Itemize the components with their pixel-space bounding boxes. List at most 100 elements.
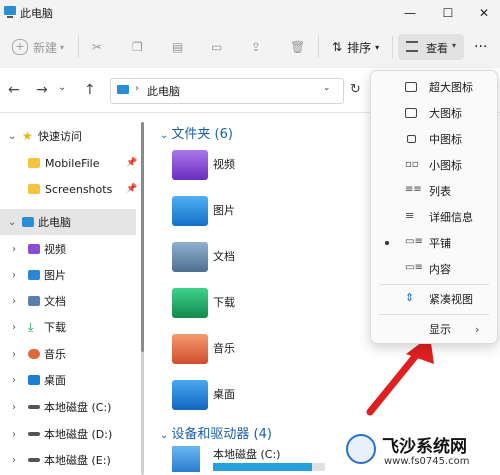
folder-tile-documents[interactable]: 文档 [170,238,360,278]
breadcrumb-chevron-icon: › [135,83,139,94]
drive-usage-track [213,463,325,471]
sidebar-item-label: 图片 [44,269,66,282]
sidebar-item-screenshots[interactable]: Screenshots 📌 [0,176,140,202]
watermark-url: www.fs0745.com [384,456,470,467]
folder-tile-pictures[interactable]: 图片 [170,192,360,232]
drives-group-header[interactable]: ⌄ 设备和驱动器 (4) [160,423,272,442]
folder-icon [28,184,40,194]
sidebar-item-drive-d[interactable]: › 本地磁盘 (D:) [0,421,140,447]
pin-icon: 📌 [126,184,138,194]
folder-label: 图片 [213,204,235,217]
music-folder-icon [172,334,208,364]
new-label: 新建 [33,40,58,55]
watermark: 飞沙系统网 www.fs0745.com [340,428,500,475]
refresh-icon[interactable]: ↻ [350,82,361,97]
sidebar-item-desktop[interactable]: › 桌面 [0,367,140,393]
sidebar-item-mobilefile[interactable]: MobileFile 📌 [0,150,140,176]
download-arrow-icon: ⤓ [28,319,34,334]
video-folder-icon [172,150,208,180]
chevron-right-icon: › [12,348,16,360]
sidebar-item-downloads[interactable]: › ⤓ 下载 [0,314,140,340]
chevron-down-icon: ⌄ [160,430,169,441]
title-bar: 此电脑 — ☐ ✕ [0,0,500,26]
drive-icon [28,458,40,462]
sidebar-item-videos[interactable]: › 视频 [0,236,140,262]
sidebar-item-music[interactable]: › 音乐 [0,341,140,367]
menu-item-label: 小图标 [429,159,462,172]
sidebar-item-quick-access[interactable]: ⌄ ★ 快速访问 [0,123,140,149]
folders-group-header[interactable]: ⌄ 文件夹 (6) [160,123,233,142]
up-icon[interactable]: ↑ [84,82,96,98]
folders-header-label: 文件夹 (6) [171,127,233,142]
watermark-title: 飞沙系统网 [382,437,467,457]
sort-icon: ⇅ [332,40,343,54]
menu-item-large-icons[interactable]: 大图标 [371,100,497,126]
computer-icon [22,217,34,227]
sidebar-item-drive-c[interactable]: › 本地磁盘 (C:) [0,394,140,420]
cut-icon[interactable]: ✂ [92,36,102,58]
sidebar-item-label: 本地磁盘 (C:) [44,401,112,414]
navigation-pane: ⌄ ★ 快速访问 MobileFile 📌 Screenshots 📌 ⌄ 此电… [0,113,148,475]
menu-divider [379,314,489,315]
chevron-right-icon: › [12,374,16,386]
chevron-down-icon[interactable]: ⌄ [323,83,331,93]
menu-item-medium-icons[interactable]: 中图标 [371,126,497,152]
menu-item-show[interactable]: 显示 › [371,316,497,342]
share-icon[interactable]: ⇪ [251,36,261,58]
maximize-button[interactable]: ☐ [430,0,466,26]
chevron-right-icon: › [12,321,16,333]
back-icon[interactable]: ← [8,82,20,98]
view-button[interactable]: 查看 ▾ [398,34,464,60]
menu-item-extra-large-icons[interactable]: 超大图标 [371,74,497,100]
sidebar-item-label: 此电脑 [38,216,71,229]
content-view-icon: ▭≡ [405,262,423,273]
computer-icon [4,6,16,18]
forward-icon[interactable]: → [36,82,48,98]
chevron-down-icon: ▾ [452,41,457,50]
minimize-button[interactable]: — [392,0,428,26]
new-button[interactable]: + 新建 ▾ [12,36,64,58]
sidebar-item-label: 快速访问 [38,130,82,143]
folder-tile-music[interactable]: 音乐 [170,330,360,370]
folder-tile-desktop[interactable]: 桌面 [170,376,360,416]
folder-icon [28,158,40,168]
close-button[interactable]: ✕ [466,0,500,26]
rename-icon[interactable]: ▭ [211,36,222,58]
chevron-down-icon[interactable]: ⌄ [58,82,66,93]
drive-tile-c[interactable]: 本地磁盘 (C:) [170,444,360,475]
selected-bullet-icon [385,241,389,245]
chevron-down-icon: ⌄ [8,130,17,142]
sidebar-item-drive-e[interactable]: › 本地磁盘 (E:) [0,447,140,473]
sort-label: 排序 [347,40,372,55]
menu-item-compact-view[interactable]: ⇕ 紧凑视图 [371,286,497,312]
copy-icon[interactable]: ❐ [132,36,143,58]
sidebar-item-documents[interactable]: › 文档 [0,288,140,314]
sidebar-item-this-pc[interactable]: ⌄ 此电脑 [0,209,136,235]
folder-tile-videos[interactable]: 视频 [170,146,360,186]
more-button[interactable]: ··· [474,36,487,58]
sidebar-item-label: MobileFile [45,156,100,170]
menu-item-small-icons[interactable]: ▫▫ 小图标 [371,152,497,178]
menu-item-list[interactable]: ≡≡ 列表 [371,178,497,204]
sidebar-item-label: 文档 [44,295,66,308]
view-label: 查看 [426,42,448,55]
folder-tile-downloads[interactable]: 下载 [170,284,360,324]
delete-icon[interactable]: 🗑 [290,36,305,58]
paste-icon[interactable]: ▤ [172,36,183,58]
sidebar-item-label: 桌面 [44,374,66,387]
divider [318,36,319,58]
menu-item-content[interactable]: ▭≡ 内容 [371,256,497,282]
menu-item-label: 详细信息 [429,211,473,224]
sidebar-scrollbar[interactable] [141,122,144,475]
menu-item-label: 内容 [429,263,451,276]
chevron-down-icon: ▾ [375,42,380,52]
sidebar-item-pictures[interactable]: › 图片 [0,262,140,288]
sort-button[interactable]: ⇅ 排序 ▾ [332,36,379,58]
chevron-right-icon: › [12,428,16,440]
address-bar[interactable]: › 此电脑 ⌄ [110,78,344,104]
menu-item-label: 列表 [429,185,451,198]
menu-item-tiles[interactable]: ▭≡ 平铺 [371,230,497,256]
drive-icon [28,405,40,409]
menu-item-details[interactable]: ≡ 详细信息 [371,204,497,230]
menu-item-label: 紧凑视图 [429,293,473,306]
